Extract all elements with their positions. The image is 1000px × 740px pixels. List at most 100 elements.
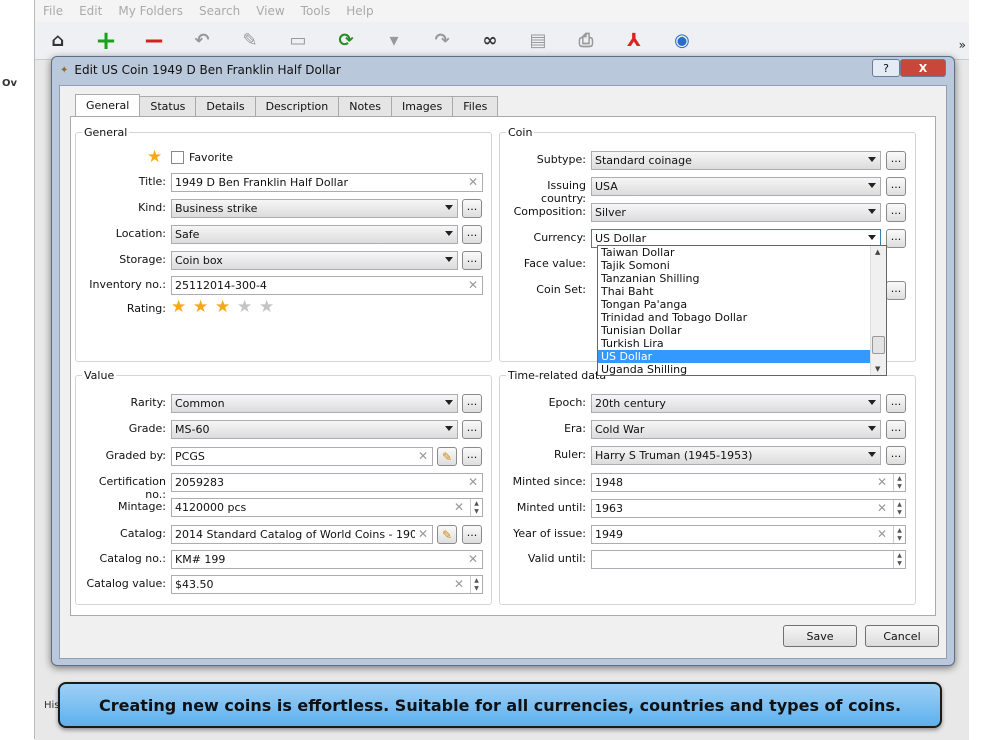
ruler-more-button[interactable]: ... [886,446,906,465]
kind-more-button[interactable]: ... [462,199,482,218]
grade-more-button[interactable]: ... [462,420,482,439]
storage-select[interactable]: Coin box [171,251,458,270]
add-icon[interactable]: + [93,26,119,56]
location-more-button[interactable]: ... [462,225,482,244]
clear-icon[interactable]: ✕ [454,577,464,591]
catalog-value-field[interactable]: $43.50 ✕ ▲ ▼ [171,575,483,594]
clear-icon[interactable]: ✕ [468,552,478,566]
edit-pencil-icon[interactable]: ✎ [437,447,457,466]
tab-files[interactable]: Files [452,96,499,116]
clear-icon[interactable]: ✕ [468,278,478,292]
binoculars-icon[interactable]: ∞ [477,28,503,54]
year-of-issue-field[interactable]: 1949 ✕ ▲ ▼ [591,525,906,544]
save-button[interactable]: Save [783,625,857,647]
currency-option[interactable]: Tanzanian Shilling [598,272,870,285]
currency-option[interactable]: Tajik Somoni [598,259,870,272]
minted-since-field[interactable]: 1948 ✕ ▲ ▼ [591,473,906,492]
title-field[interactable]: 1949 D Ben Franklin Half Dollar ✕ [171,173,483,192]
graded-by-more-button[interactable]: ... [462,447,482,466]
tab-description[interactable]: Description [254,96,340,116]
currency-option[interactable]: Tunisian Dollar [598,324,870,337]
close-button[interactable]: X [900,59,946,77]
currency-option[interactable]: Tongan Pa'anga [598,298,870,311]
tab-notes[interactable]: Notes [338,96,392,116]
remove-icon[interactable]: − [141,26,167,56]
home-icon[interactable]: ⌂ [45,28,71,54]
currency-option[interactable]: Thai Baht [598,285,870,298]
spin-arrows-icon[interactable]: ▲ ▼ [893,526,905,543]
star-icon[interactable]: ★ [259,299,274,316]
location-select[interactable]: Safe [171,225,458,244]
subtype-select[interactable]: Standard coinage [591,151,881,170]
star-icon[interactable]: ★ [171,299,186,316]
currency-option[interactable]: Turkish Lira [598,337,870,350]
grade-select[interactable]: MS-60 [171,420,458,439]
printer-icon[interactable]: ⎙ [573,28,599,54]
scroll-thumb[interactable] [872,336,885,354]
coin-set-more-button[interactable]: ... [886,281,906,300]
menu-edit[interactable]: Edit [79,4,102,18]
catalog-no-field[interactable]: KM# 199 ✕ [171,550,483,569]
help-button[interactable]: ? [872,59,900,77]
redo-icon[interactable]: ↷ [429,28,455,54]
dropdown-scrollbar[interactable]: ▲ ▼ [870,246,886,375]
star-icon[interactable]: ★ [237,299,252,316]
clear-icon[interactable]: ✕ [418,527,428,541]
pdf-icon[interactable]: ⅄ [621,28,647,54]
country-more-button[interactable]: ... [886,177,906,196]
subtype-more-button[interactable]: ... [886,151,906,170]
kind-select[interactable]: Business strike [171,199,458,218]
clear-icon[interactable]: ✕ [877,475,887,489]
ruler-select[interactable]: Harry S Truman (1945-1953) [591,446,881,465]
tab-details[interactable]: Details [195,96,256,116]
copy-icon[interactable]: ▭ [285,28,311,54]
currency-option[interactable]: Taiwan Dollar [598,246,870,259]
clear-icon[interactable]: ✕ [877,527,887,541]
epoch-select[interactable]: 20th century [591,394,881,413]
rarity-more-button[interactable]: ... [462,394,482,413]
tab-images[interactable]: Images [391,96,454,116]
undo-icon[interactable]: ↶ [189,28,215,54]
menu-my-folders[interactable]: My Folders [118,4,183,18]
edit-pencil-icon[interactable]: ✎ [237,28,263,54]
star-icon[interactable]: ★ [215,299,230,316]
spin-arrows-icon[interactable]: ▲ ▼ [470,499,482,516]
scroll-down-icon[interactable]: ▼ [875,365,880,373]
catalog-more-button[interactable]: ... [462,525,482,544]
edit-pencil-icon[interactable]: ✎ [437,525,457,544]
menu-help[interactable]: Help [346,4,373,18]
dropdown-arrow-icon[interactable]: ▾ [381,28,407,54]
composition-select[interactable]: Silver [591,203,881,222]
era-select[interactable]: Cold War [591,420,881,439]
spin-arrows-icon[interactable]: ▲ ▼ [893,500,905,517]
currency-option[interactable]: US Dollar [598,350,870,363]
clear-icon[interactable]: ✕ [468,475,478,489]
scroll-up-icon[interactable]: ▲ [875,248,880,256]
composition-more-button[interactable]: ... [886,203,906,222]
cancel-button[interactable]: Cancel [865,625,939,647]
valid-until-field[interactable]: ▲ ▼ [591,550,906,569]
storage-more-button[interactable]: ... [462,251,482,270]
spin-arrows-icon[interactable]: ▲ ▼ [893,551,905,568]
favorite-checkbox[interactable] [171,151,184,164]
epoch-more-button[interactable]: ... [886,394,906,413]
currency-option[interactable]: Uganda Shilling [598,363,870,375]
graded-by-field[interactable]: PCGS ✕ [171,447,433,466]
certification-field[interactable]: 2059283 ✕ [171,473,483,492]
refresh-icon[interactable]: ⟳ [333,28,359,54]
menu-view[interactable]: View [256,4,284,18]
currency-more-button[interactable]: ... [886,229,906,248]
clear-icon[interactable]: ✕ [877,501,887,515]
inventory-field[interactable]: 25112014-300-4 ✕ [171,276,483,295]
toolbar-overflow-icon[interactable]: » [959,38,966,52]
mintage-field[interactable]: 4120000 pcs ✕ ▲ ▼ [171,498,483,517]
country-select[interactable]: USA [591,177,881,196]
spin-arrows-icon[interactable]: ▲ ▼ [893,474,905,491]
minted-until-field[interactable]: 1963 ✕ ▲ ▼ [591,499,906,518]
clear-icon[interactable]: ✕ [468,175,478,189]
tab-general[interactable]: General [75,94,141,116]
report-icon[interactable]: ▤ [525,28,551,54]
clear-icon[interactable]: ✕ [454,500,464,514]
clear-icon[interactable]: ✕ [418,449,428,463]
rating-stars[interactable]: ★ ★ ★ ★ ★ [171,299,281,319]
